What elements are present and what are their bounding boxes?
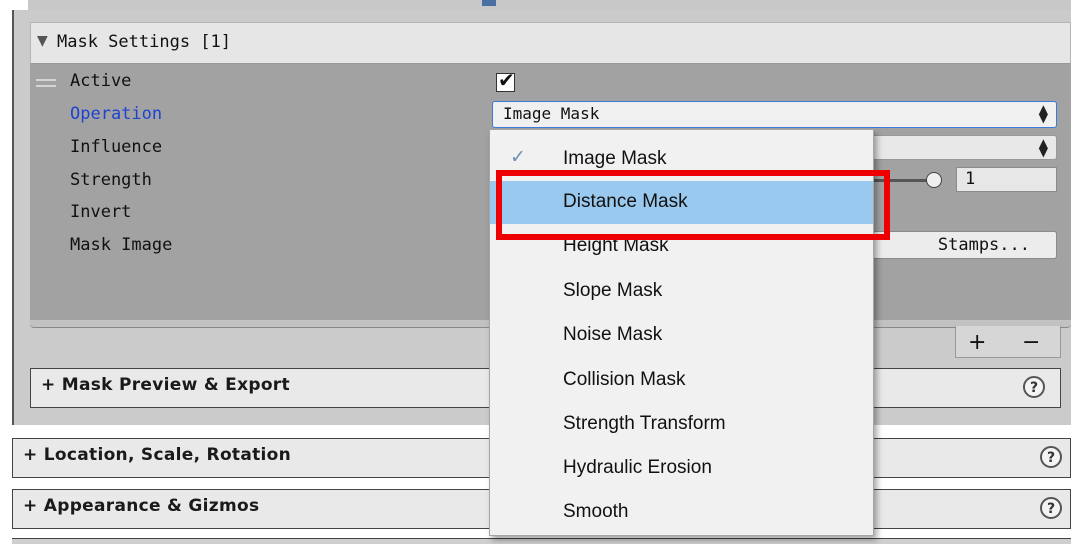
- checkmark-icon: ✓: [510, 146, 526, 168]
- menu-item-label: Noise Mask: [563, 324, 663, 345]
- top-section-header[interactable]: [28, 0, 1071, 10]
- operation-label: Operation: [70, 104, 163, 124]
- updown-arrows-icon: ▲ ▼: [1038, 102, 1048, 125]
- add-mask-button[interactable]: +: [968, 330, 986, 355]
- menu-item-label: Smooth: [563, 501, 629, 522]
- help-icon[interactable]: ?: [1040, 446, 1062, 468]
- menu-item-label: Strength Transform: [563, 413, 726, 434]
- active-label: Active: [70, 71, 132, 91]
- mask-image-label: Mask Image: [70, 235, 173, 255]
- updown-arrows-icon: ▲ ▼: [1038, 136, 1048, 159]
- influence-dropdown[interactable]: ▲ ▼: [860, 135, 1057, 160]
- menu-item-strength-transform[interactable]: Strength Transform: [490, 403, 873, 446]
- menu-item-label: Hydraulic Erosion: [563, 457, 712, 478]
- invert-label: Invert: [70, 202, 132, 222]
- stamps-button-label: Stamps...: [937, 235, 1030, 255]
- expand-triangle-icon[interactable]: ▼: [37, 33, 48, 49]
- menu-item-smooth[interactable]: Smooth: [490, 491, 873, 534]
- help-icon[interactable]: ?: [1023, 376, 1045, 398]
- checkmark-icon: ✔: [498, 68, 515, 92]
- next-section-edge: [12, 538, 1071, 544]
- influence-label: Influence: [70, 137, 163, 157]
- strength-value: 1: [965, 169, 976, 189]
- active-checkbox[interactable]: ✔: [496, 68, 515, 92]
- mask-settings-header[interactable]: ▼ Mask Settings [1]: [30, 22, 1071, 64]
- highlight-annotation-box: [496, 170, 890, 240]
- menu-item-hydraulic-erosion[interactable]: Hydraulic Erosion: [490, 447, 873, 490]
- strength-slider-knob[interactable]: [926, 172, 942, 188]
- section-title: + Mask Preview & Export: [41, 375, 290, 395]
- blue-marker-icon: [482, 0, 496, 6]
- menu-item-slope-mask[interactable]: Slope Mask: [490, 270, 873, 313]
- strength-field[interactable]: 1: [956, 167, 1057, 192]
- help-icon[interactable]: ?: [1040, 497, 1062, 519]
- menu-item-label: Image Mask: [563, 148, 667, 169]
- menu-item-collision-mask[interactable]: Collision Mask: [490, 359, 873, 402]
- operation-value: Image Mask: [503, 104, 600, 123]
- menu-item-label: Collision Mask: [563, 369, 686, 390]
- operation-dropdown[interactable]: Image Mask ▲ ▼: [492, 101, 1057, 128]
- remove-mask-button[interactable]: −: [1022, 330, 1040, 355]
- section-title: + Appearance & Gizmos: [23, 496, 260, 516]
- drag-handle-icon[interactable]: [36, 77, 58, 89]
- mask-settings-title: Mask Settings [1]: [57, 32, 231, 52]
- section-title: + Location, Scale, Rotation: [23, 445, 292, 465]
- menu-item-noise-mask[interactable]: Noise Mask: [490, 314, 873, 357]
- menu-item-label: Slope Mask: [563, 280, 663, 301]
- strength-label: Strength: [70, 170, 152, 190]
